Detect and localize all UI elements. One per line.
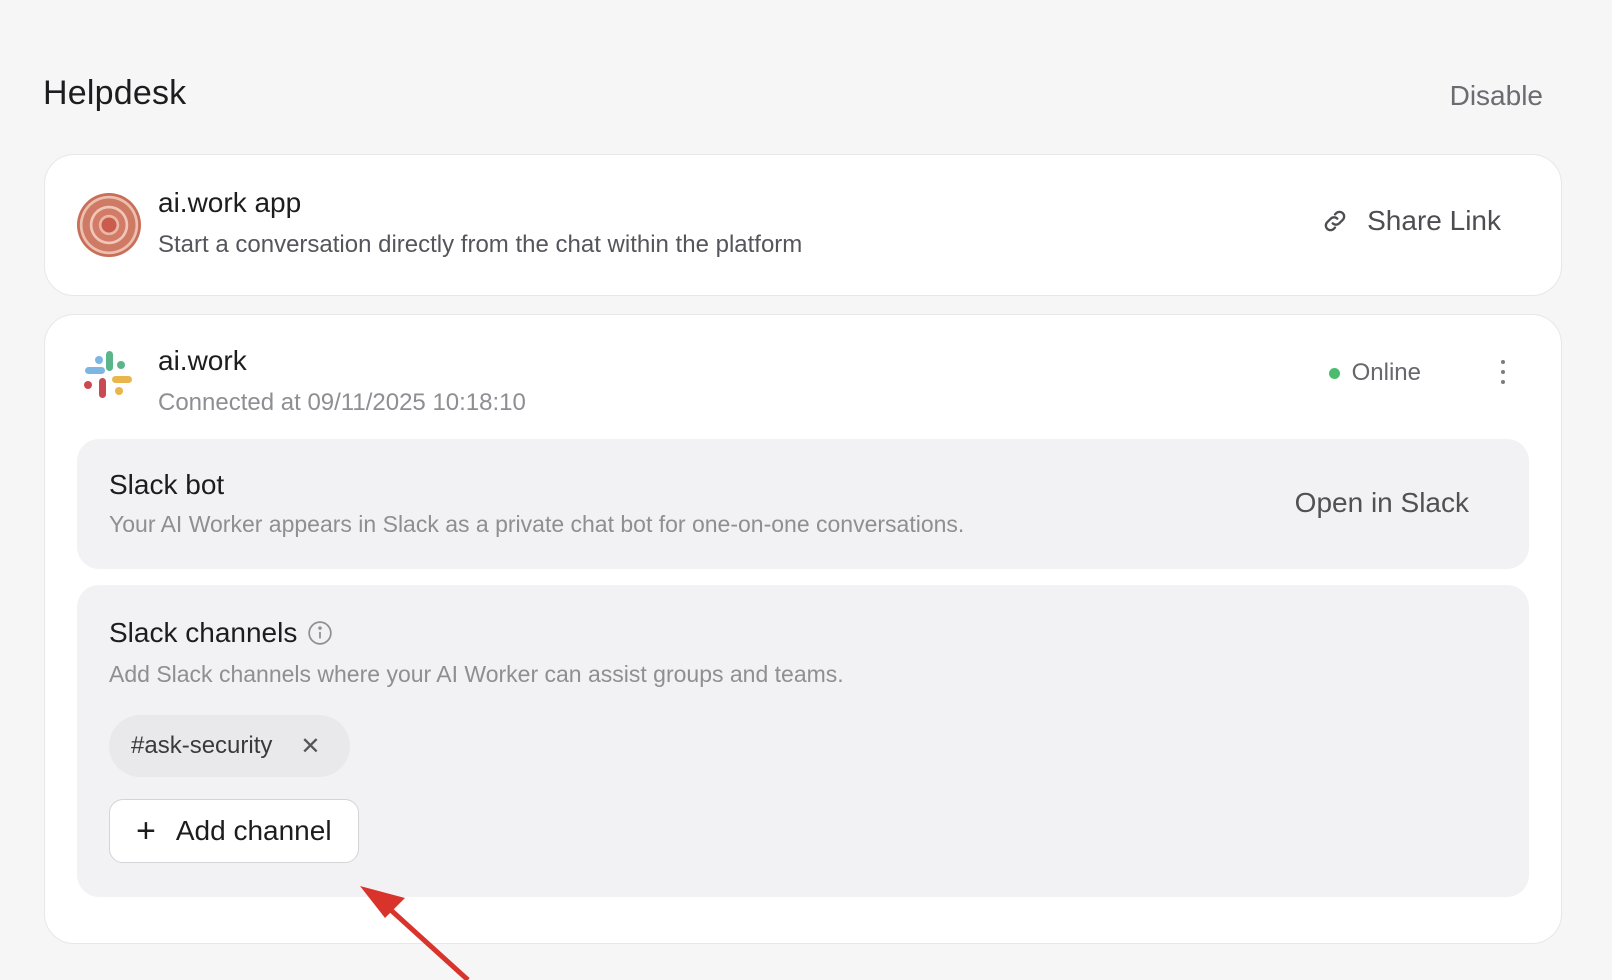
slack-bot-title: Slack bot bbox=[109, 469, 225, 500]
app-description: Start a conversation directly from the c… bbox=[158, 231, 803, 258]
status-dot-icon bbox=[1328, 367, 1340, 379]
slack-integration-card: ai.work Connected at 09/11/2025 10:18:10… bbox=[44, 314, 1562, 944]
status-label: Online bbox=[1351, 359, 1421, 386]
connected-timestamp: Connected at 09/11/2025 10:18:10 bbox=[158, 389, 526, 416]
channel-chip-label: #ask-security bbox=[131, 732, 273, 759]
status-badge: Online bbox=[1328, 359, 1421, 387]
page-title: Helpdesk bbox=[43, 74, 187, 112]
link-icon bbox=[1324, 210, 1346, 232]
info-icon[interactable] bbox=[307, 620, 333, 646]
slack-channels-panel: Slack channels Add Slack channels where … bbox=[77, 585, 1529, 897]
helpdesk-page: Helpdesk Disable ai.work app Start a con… bbox=[0, 0, 1612, 980]
disable-button[interactable]: Disable bbox=[1450, 80, 1543, 112]
open-in-slack-button[interactable]: Open in Slack bbox=[1295, 487, 1469, 519]
ai-work-app-card: ai.work app Start a conversation directl… bbox=[44, 154, 1562, 296]
more-options-icon[interactable] bbox=[1497, 357, 1509, 387]
add-channel-button[interactable]: + Add channel bbox=[109, 799, 359, 863]
slack-channels-title: Slack channels bbox=[109, 617, 298, 648]
add-channel-label: Add channel bbox=[175, 815, 332, 846]
workspace-name: ai.work bbox=[158, 345, 247, 376]
remove-channel-icon[interactable]: ✕ bbox=[300, 732, 320, 761]
page-header: Helpdesk Disable bbox=[43, 72, 1543, 122]
slack-bot-panel: Slack bot Your AI Worker appears in Slac… bbox=[77, 439, 1529, 569]
slack-channels-description: Add Slack channels where your AI Worker … bbox=[109, 661, 844, 687]
share-link-label: Share Link bbox=[1367, 205, 1501, 236]
share-link-button[interactable]: Share Link bbox=[1321, 205, 1501, 237]
app-name: ai.work app bbox=[158, 187, 302, 218]
channel-chip: #ask-security ✕ bbox=[109, 715, 351, 777]
slack-channels-heading: Slack channels bbox=[109, 617, 333, 649]
ai-work-logo-icon bbox=[77, 193, 141, 257]
plus-icon: + bbox=[136, 812, 156, 850]
slack-logo-icon bbox=[84, 351, 132, 398]
slack-bot-description: Your AI Worker appears in Slack as a pri… bbox=[109, 511, 965, 537]
